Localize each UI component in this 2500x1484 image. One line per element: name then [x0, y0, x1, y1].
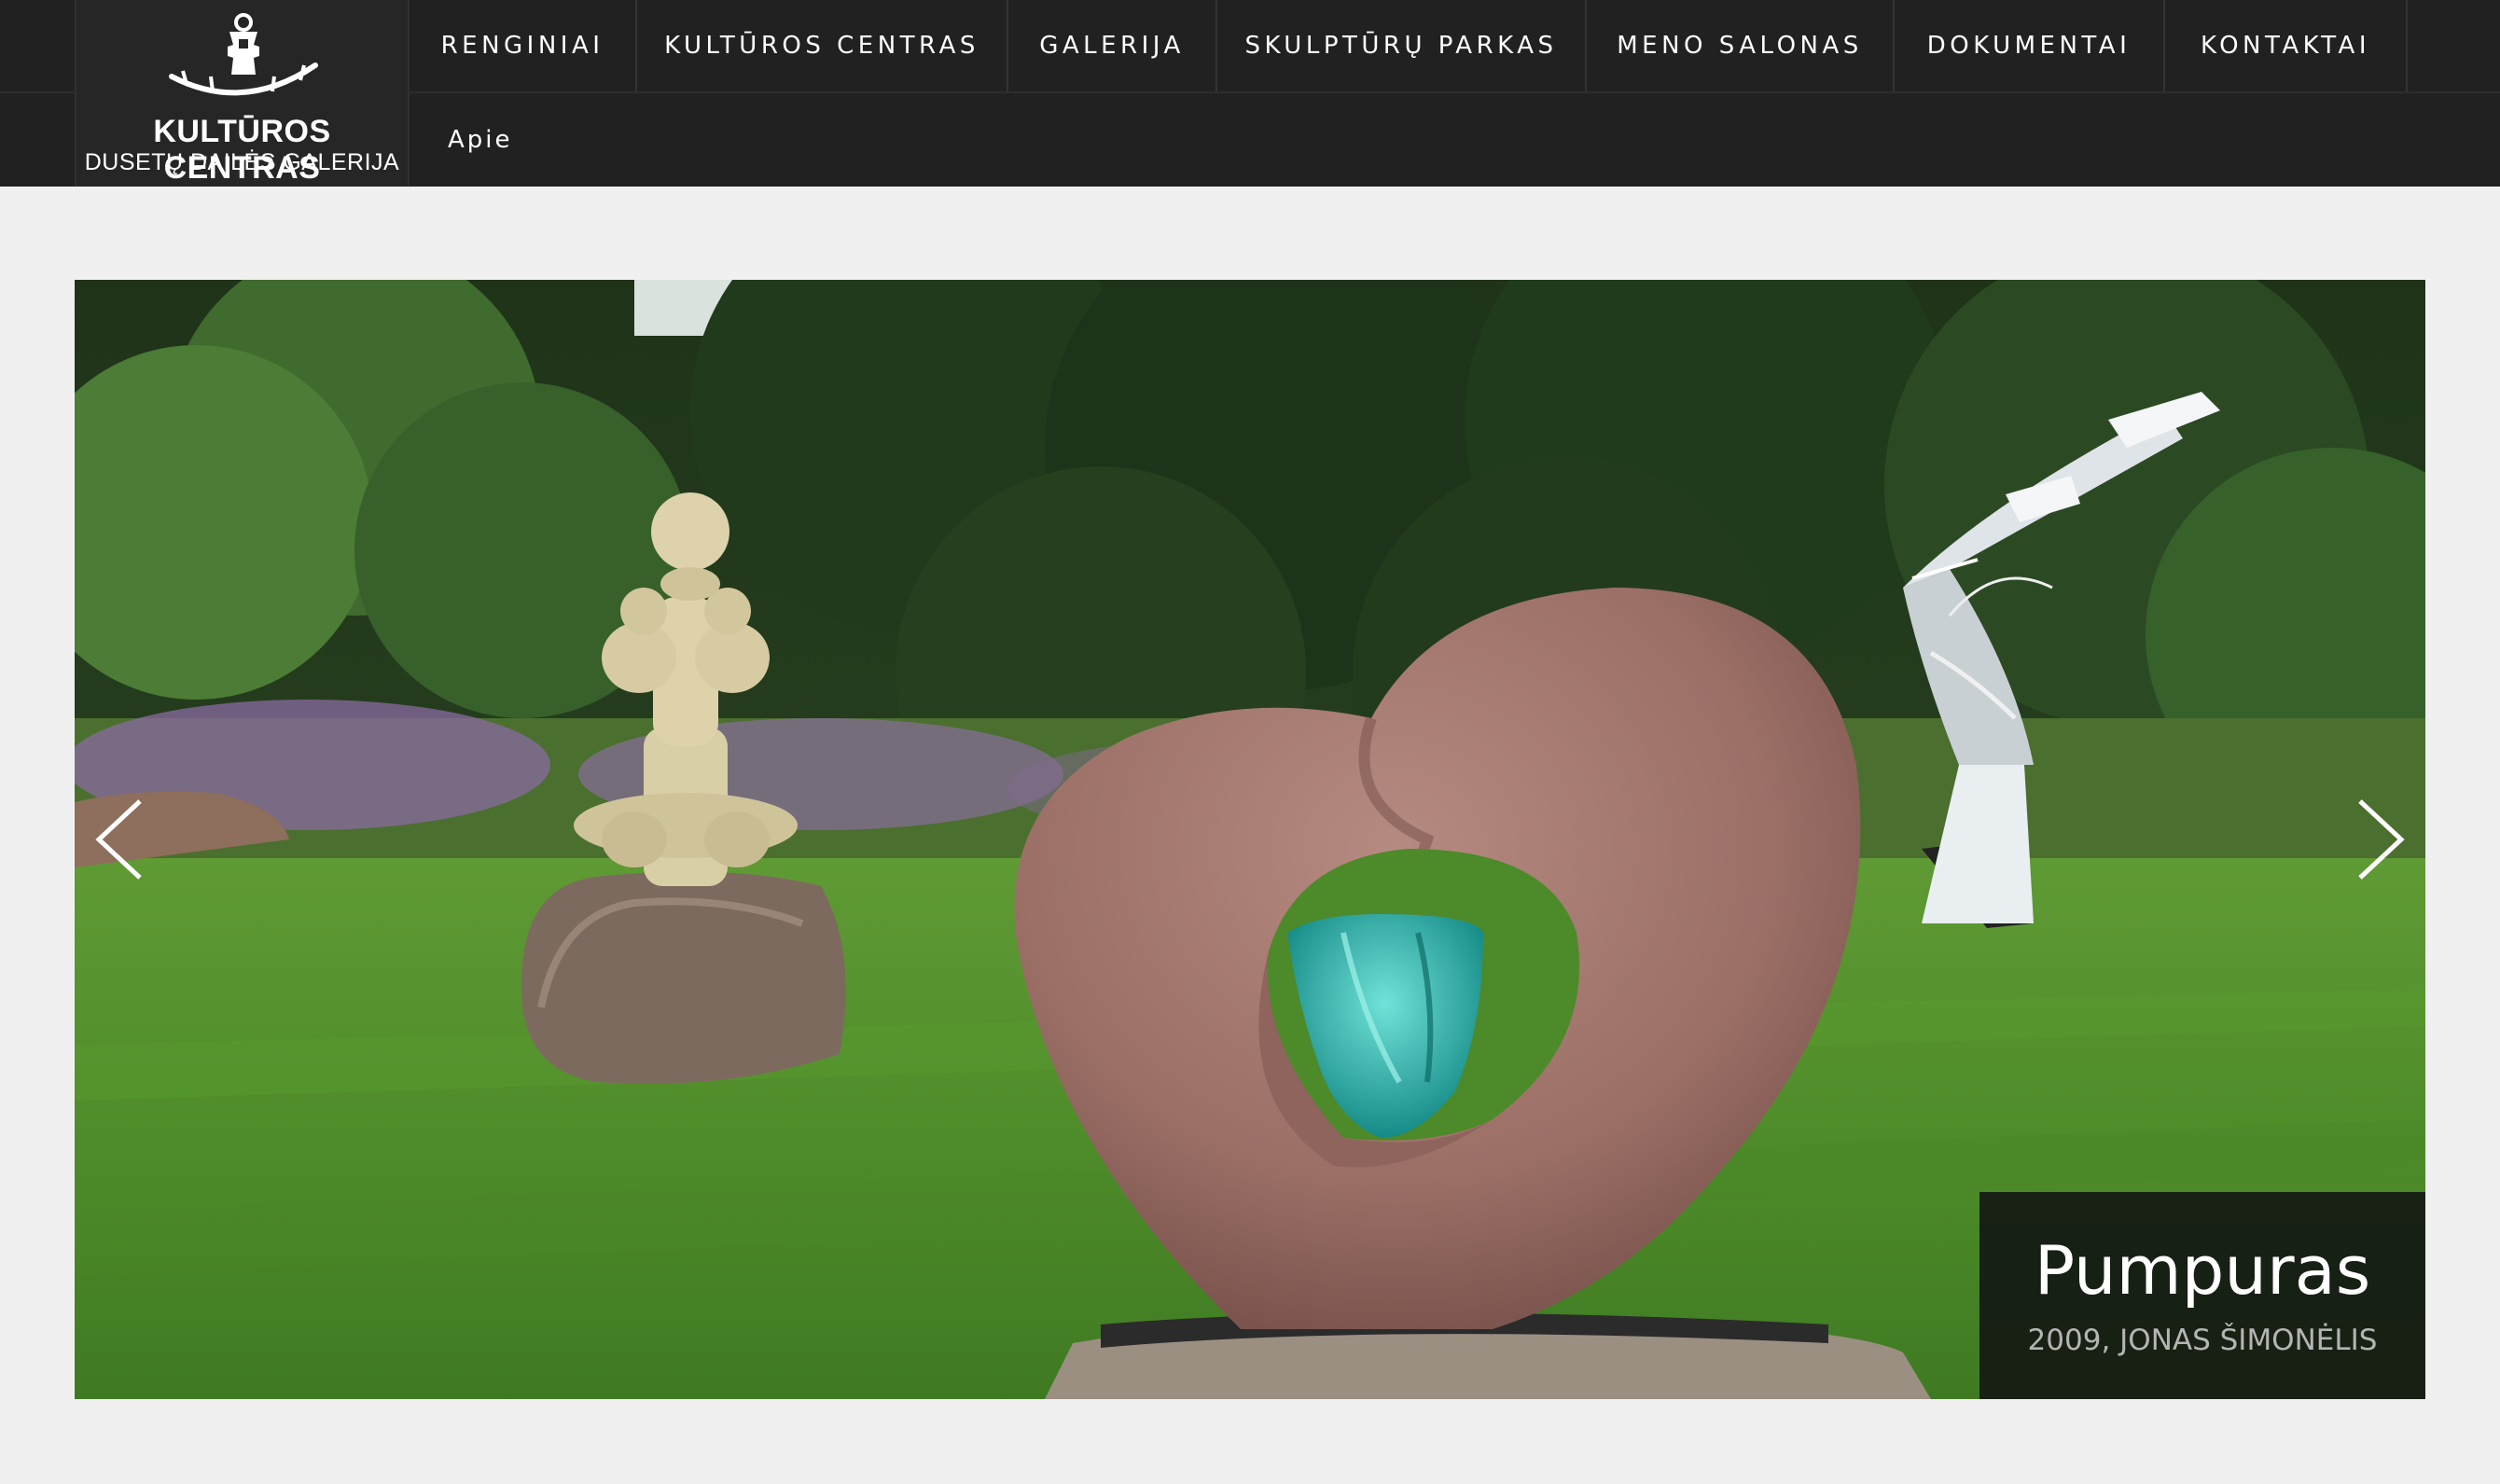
slide-caption: Pumpuras 2009, JONAS ŠIMONĖLIS	[1979, 1192, 2425, 1399]
site-header: KULTŪROS CENTRAS DUSETŲ DAILĖS GALERIJA …	[0, 0, 2500, 187]
site-logo[interactable]: KULTŪROS CENTRAS DUSETŲ DAILĖS GALERIJA	[75, 0, 410, 187]
hero-slider: Pumpuras 2009, JONAS ŠIMONĖLIS	[75, 280, 2425, 1399]
slide-caption-title: Pumpuras	[2034, 1231, 2371, 1310]
logo-subtitle: DUSETŲ DAILĖS GALERIJA	[84, 149, 400, 175]
boat-figure-logo-icon	[169, 13, 318, 96]
main-nav: RENGINIAI KULTŪROS CENTRAS GALERIJA SKUL…	[410, 0, 2408, 91]
chevron-right-icon[interactable]	[2341, 788, 2425, 891]
nav-item-meno-salonas[interactable]: MENO SALONAS	[1587, 0, 1895, 91]
nav-item-kulturos-centras[interactable]: KULTŪROS CENTRAS	[637, 0, 1008, 91]
chevron-left-icon[interactable]	[75, 788, 159, 891]
slide-caption-subtitle: 2009, JONAS ŠIMONĖLIS	[2027, 1324, 2378, 1357]
nav-item-skulpturu-parkas[interactable]: SKULPTŪRŲ PARKAS	[1217, 0, 1587, 91]
nav-item-renginiai[interactable]: RENGINIAI	[410, 0, 637, 91]
nav-item-kontaktai[interactable]: KONTAKTAI	[2165, 0, 2408, 91]
nav-item-apie[interactable]: Apie	[448, 93, 513, 187]
nav-item-dokumentai[interactable]: DOKUMENTAI	[1895, 0, 2165, 91]
nav-item-galerija[interactable]: GALERIJA	[1008, 0, 1217, 91]
